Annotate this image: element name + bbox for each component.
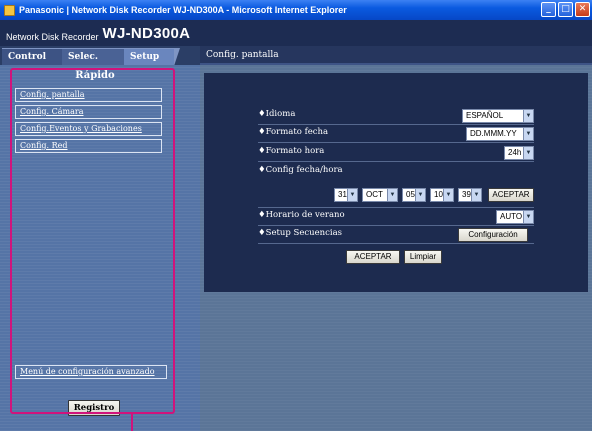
chevron-down-icon: ▼ (471, 189, 481, 201)
row-date-format: ♦Formato fecha DD.MMM.YY ▼ (258, 125, 534, 143)
maximize-button[interactable]: □ (558, 2, 573, 17)
ie-icon (4, 4, 15, 16)
dst-label: ♦Horario de verano (258, 210, 345, 220)
window-titlebar: Panasonic | Network Disk Recorder WJ-ND3… (0, 0, 592, 20)
month-select[interactable]: OCT ▼ (362, 188, 398, 202)
hour-value: 10 (434, 190, 443, 199)
language-label: ♦Idioma (258, 109, 296, 119)
app-subtitle: Network Disk Recorder (6, 32, 99, 42)
accept-button[interactable]: ACEPTAR (346, 250, 400, 264)
window-title: Panasonic | Network Disk Recorder WJ-ND3… (19, 5, 347, 15)
time-format-value: 24h (508, 148, 522, 157)
minute-select[interactable]: 39 ▼ (458, 188, 482, 202)
chevron-down-icon: ▼ (443, 189, 453, 201)
row-time-format: ♦Formato hora 24h ▼ (258, 144, 534, 162)
chevron-down-icon: ▼ (523, 147, 533, 159)
time-format-label: ♦Formato hora (258, 146, 325, 156)
chevron-down-icon: ▼ (523, 211, 533, 223)
day-select[interactable]: 31 ▼ (334, 188, 358, 202)
tab-bar: Control Selec. Cam. Setup (0, 46, 200, 78)
close-button[interactable]: ✕ (575, 2, 590, 17)
sidebar-link-camera[interactable]: Config. Cámara (15, 105, 162, 119)
app-model: WJ-ND300A (102, 25, 191, 42)
sidebar-title: Rápido (75, 70, 115, 81)
date-format-value: DD.MMM.YY (470, 129, 517, 138)
chevron-down-icon: ▼ (523, 128, 533, 140)
datetime-accept-button[interactable]: ACEPTAR (488, 188, 534, 202)
callout-pointer (131, 414, 133, 431)
sidebar-link-events[interactable]: Config.Eventos y Grabaciones (15, 122, 162, 136)
month-value: OCT (366, 190, 383, 199)
tab-select-camera[interactable]: Selec. Cam. (62, 48, 130, 78)
page-title: Config. pantalla (200, 46, 592, 65)
app-header: Network Disk Recorder WJ-ND300A (0, 20, 592, 46)
chevron-down-icon: ▼ (523, 110, 533, 122)
day-value: 31 (338, 190, 347, 199)
row-language: ♦Idioma ESPAÑOL ▼ (258, 107, 534, 125)
time-format-select[interactable]: 24h ▼ (504, 146, 534, 160)
sidebar-link-network[interactable]: Config. Red (15, 139, 162, 153)
year-value: 05 (406, 190, 415, 199)
register-button[interactable]: Registro (68, 400, 120, 416)
dst-value: AUTO (500, 212, 523, 221)
sidebar-link-advanced[interactable]: Menú de configuración avanzado (15, 365, 167, 379)
date-format-label: ♦Formato fecha (258, 127, 329, 137)
chevron-down-icon: ▼ (415, 189, 425, 201)
window-controls: _ □ ✕ (541, 2, 590, 17)
config-panel: ♦Idioma ESPAÑOL ▼ ♦Formato fecha DD.MMM.… (204, 73, 588, 292)
row-dst: ♦Horario de verano AUTO ▼ (258, 208, 534, 226)
tab-control[interactable]: Control (2, 48, 68, 66)
year-select[interactable]: 05 ▼ (402, 188, 426, 202)
date-format-select[interactable]: DD.MMM.YY ▼ (466, 127, 534, 141)
datetime-label: ♦Config fecha/hora (258, 165, 343, 175)
language-value: ESPAÑOL (466, 111, 504, 120)
chevron-down-icon: ▼ (387, 189, 397, 201)
language-select[interactable]: ESPAÑOL ▼ (462, 109, 534, 123)
chevron-down-icon: ▼ (347, 189, 357, 201)
sequence-label: ♦Setup Secuencias (258, 228, 343, 238)
row-sequence: ♦Setup Secuencias Configuración (258, 226, 534, 244)
row-datetime: ♦Config fecha/hora 31 ▼ OCT ▼ 05 ▼ 10 ▼ … (258, 163, 534, 208)
sequence-config-button[interactable]: Configuración (458, 228, 528, 242)
main-area: Config. pantalla ♦Idioma ESPAÑOL ▼ ♦Form… (200, 46, 592, 431)
sidebar: Rápido Config. pantalla Config. Cámara C… (0, 65, 200, 431)
minimize-button[interactable]: _ (541, 2, 556, 17)
sidebar-link-display[interactable]: Config. pantalla (15, 88, 162, 102)
hour-select[interactable]: 10 ▼ (430, 188, 454, 202)
minute-value: 39 (462, 190, 471, 199)
tab-setup[interactable]: Setup (124, 48, 180, 66)
dst-select[interactable]: AUTO ▼ (496, 210, 534, 224)
clear-button[interactable]: Limpiar (404, 250, 442, 264)
